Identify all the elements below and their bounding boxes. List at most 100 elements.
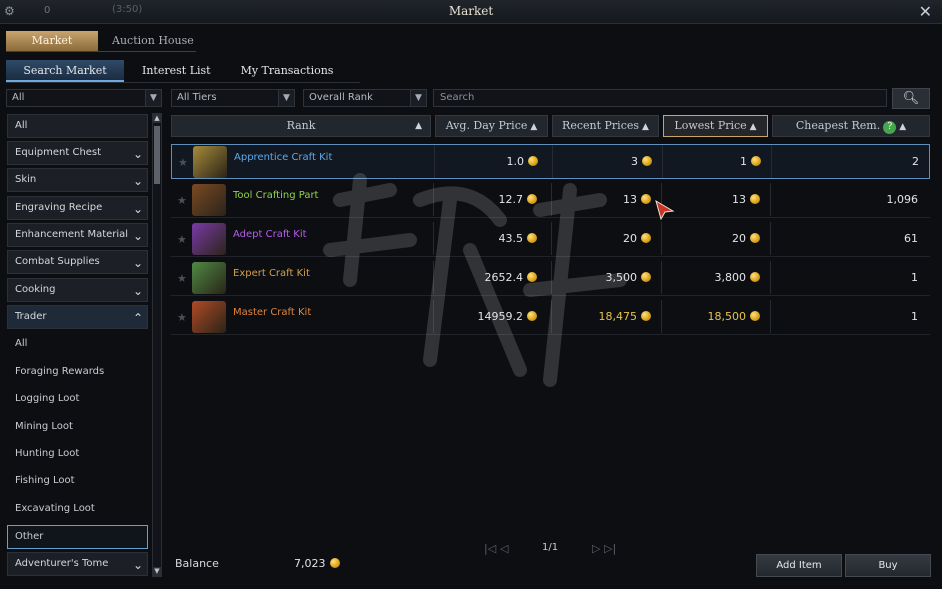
sidebar-item-label: Cooking	[15, 284, 56, 295]
table-row[interactable]: ★ Tool Crafting Part 12.7 13 13 1,096	[171, 183, 930, 218]
title-bar: ⚙ 0 (3:50) Market ✕	[0, 0, 942, 24]
favorite-star-icon[interactable]: ★	[177, 194, 187, 207]
cheapest-rem-cell: 2	[771, 145, 929, 178]
add-item-button[interactable]: Add Item	[756, 554, 842, 577]
recent-price: 3	[631, 155, 638, 168]
favorite-star-icon[interactable]: ★	[177, 272, 187, 285]
sort-up-icon: ▲	[415, 121, 422, 131]
recent-price-cell: 3	[552, 145, 662, 178]
table-row[interactable]: ★ Adept Craft Kit 43.5 20 20 61	[171, 222, 930, 257]
gold-coin-icon	[641, 311, 651, 321]
favorite-star-icon[interactable]: ★	[178, 156, 188, 169]
search-button[interactable]: 🔍︎	[892, 88, 930, 109]
buy-button[interactable]: Buy	[845, 554, 931, 577]
table-row[interactable]: ★ Apprentice Craft Kit 1.0 3 1 2	[171, 144, 930, 179]
lowest-price-cell: 1	[662, 145, 771, 178]
item-icon	[192, 262, 226, 294]
item-icon	[192, 301, 226, 333]
sidebar-subitem-foraging-rewards[interactable]: Foraging Rewards	[7, 360, 148, 384]
next-page-icon[interactable]: ▷	[592, 542, 600, 555]
recent-price: 13	[623, 193, 637, 206]
prev-page-icon[interactable]: ◁	[500, 542, 508, 555]
balance-amount: 7,023	[294, 557, 326, 570]
search-input[interactable]: Search	[433, 89, 887, 107]
chevron-down-icon: ⌄	[132, 256, 143, 270]
header-label: Recent Prices	[562, 119, 640, 132]
sidebar-item-enhancement-material[interactable]: Enhancement Material ⌄	[7, 223, 148, 247]
sidebar-item-cooking[interactable]: Cooking ⌄	[7, 278, 148, 302]
search-icon: 🔍︎	[902, 91, 920, 106]
sidebar-subitem-excavating-loot[interactable]: Excavating Loot	[7, 497, 148, 521]
tab-interest-list[interactable]: Interest List	[130, 60, 223, 82]
sidebar-subitem-other[interactable]: Other	[7, 525, 148, 549]
item-name: Apprentice Craft Kit	[234, 152, 333, 163]
category-select-value: All	[12, 92, 25, 103]
category-select[interactable]: All ▼	[6, 89, 162, 107]
column-header-rank[interactable]: Rank ▲	[171, 115, 431, 137]
sidebar-item-adventurers-tome[interactable]: Adventurer's Tome ⌄	[7, 552, 148, 576]
divider	[6, 82, 360, 83]
rank-select[interactable]: Overall Rank ▼	[303, 89, 427, 107]
tab-my-transactions[interactable]: My Transactions	[229, 60, 346, 82]
sidebar-item-engraving-recipe[interactable]: Engraving Recipe ⌄	[7, 196, 148, 220]
sort-up-icon: ▲	[749, 122, 757, 132]
lowest-price: 20	[732, 232, 746, 245]
balance-value: 7,023	[294, 557, 340, 570]
chevron-down-icon: ⌄	[132, 558, 143, 572]
avg-day-price: 12.7	[498, 193, 524, 206]
close-icon[interactable]: ✕	[919, 2, 932, 21]
sidebar-subitem-all[interactable]: All	[7, 332, 148, 356]
column-header-avg-day-price[interactable]: Avg. Day Price ▲	[435, 115, 548, 137]
gold-coin-icon	[750, 233, 760, 243]
sidebar-subitem-logging-loot[interactable]: Logging Loot	[7, 387, 148, 411]
lowest-price: 18,500	[707, 310, 747, 323]
sidebar-item-label: Trader	[15, 311, 47, 322]
first-page-icon[interactable]: |◁	[484, 542, 496, 555]
sidebar-item-label: Adventurer's Tome	[15, 558, 109, 569]
tab-search-market[interactable]: Search Market	[6, 60, 124, 82]
sort-up-icon: ▲	[642, 122, 649, 132]
recent-price: 20	[623, 232, 637, 245]
column-header-recent-prices[interactable]: Recent Prices ▲	[552, 115, 659, 137]
sidebar-subitem-mining-loot[interactable]: Mining Loot	[7, 415, 148, 439]
tab-market[interactable]: Market	[6, 31, 98, 51]
item-icon	[193, 146, 227, 178]
sidebar-item-trader[interactable]: Trader ⌃	[7, 305, 148, 329]
top-tabs: Market Auction House	[6, 31, 208, 51]
scroll-up-icon[interactable]: ▲	[153, 114, 161, 123]
chevron-down-icon: ▼	[410, 90, 426, 106]
tier-select[interactable]: All Tiers ▼	[171, 89, 295, 107]
cheapest-rem-cell: 1,096	[770, 183, 928, 216]
item-icon	[192, 184, 226, 216]
sidebar-item-label: Combat Supplies	[15, 256, 100, 267]
sidebar-item-label: Enhancement Material	[15, 229, 129, 240]
last-page-icon[interactable]: ▷|	[604, 542, 616, 555]
cheapest-rem: 1,096	[886, 193, 919, 206]
sidebar-subitem-hunting-loot[interactable]: Hunting Loot	[7, 442, 148, 466]
item-icon	[192, 223, 226, 255]
sidebar-item-equipment-chest[interactable]: Equipment Chest ⌄	[7, 141, 148, 165]
table-row[interactable]: ★ Expert Craft Kit 2652.4 3,500 3,800 1	[171, 261, 930, 296]
table-row[interactable]: ★ Master Craft Kit 14959.2 18,475 18,500 1	[171, 300, 930, 335]
sidebar-item-combat-supplies[interactable]: Combat Supplies ⌄	[7, 250, 148, 274]
lowest-price-cell: 20	[661, 222, 770, 255]
help-icon[interactable]: ?	[883, 121, 897, 134]
favorite-star-icon[interactable]: ★	[177, 233, 187, 246]
gold-coin-icon	[527, 311, 537, 321]
sort-up-icon: ▲	[530, 122, 538, 132]
scroll-thumb[interactable]	[154, 126, 160, 184]
sidebar-item-all[interactable]: All	[7, 114, 148, 138]
favorite-star-icon[interactable]: ★	[177, 311, 187, 324]
chevron-down-icon: ▼	[145, 90, 161, 106]
column-header-cheapest-rem[interactable]: Cheapest Rem.? ▲	[772, 115, 930, 137]
sidebar-scrollbar[interactable]: ▲ ▼	[152, 113, 162, 577]
cheapest-rem-cell: 1	[770, 261, 928, 294]
sidebar-item-skin[interactable]: Skin ⌄	[7, 168, 148, 192]
sidebar-subitem-fishing-loot[interactable]: Fishing Loot	[7, 469, 148, 493]
scroll-down-icon[interactable]: ▼	[153, 567, 161, 576]
column-header-lowest-price[interactable]: Lowest Price ▲	[663, 115, 768, 137]
sub-tabs: Search Market Interest List My Transacti…	[6, 60, 351, 82]
tab-auction-house[interactable]: Auction House	[98, 31, 208, 51]
gold-coin-icon	[641, 272, 651, 282]
sidebar-item-label: Equipment Chest	[15, 147, 102, 158]
